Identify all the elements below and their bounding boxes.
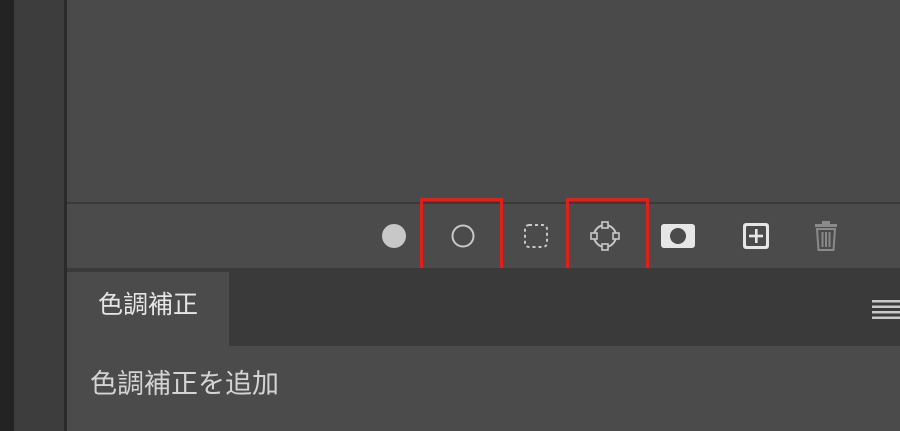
highlight-box-circle [420, 198, 503, 272]
dotted-selection-button[interactable] [518, 218, 554, 254]
tab-label: 色調補正 [97, 290, 198, 319]
new-layer-icon [743, 223, 769, 249]
highlight-box-anchor [566, 198, 649, 272]
filled-circle-icon [382, 224, 406, 248]
dotted-selection-icon [524, 224, 548, 248]
panel-heading: 色調補正を追加 [90, 369, 279, 400]
hamburger-menu-icon [872, 300, 900, 319]
filled-circle-button[interactable] [376, 218, 412, 254]
tab-adjustments[interactable]: 色調補正 [67, 272, 229, 346]
new-layer-button[interactable] [738, 218, 774, 254]
layers-list-area [67, 0, 900, 202]
layer-mask-icon [661, 224, 695, 248]
trash-icon [815, 221, 837, 251]
panel-menu-button[interactable] [872, 298, 900, 320]
layer-mask-button[interactable] [660, 218, 696, 254]
delete-button[interactable] [808, 218, 844, 254]
app-frame-edge [0, 0, 14, 431]
tools-panel-edge [14, 0, 64, 431]
